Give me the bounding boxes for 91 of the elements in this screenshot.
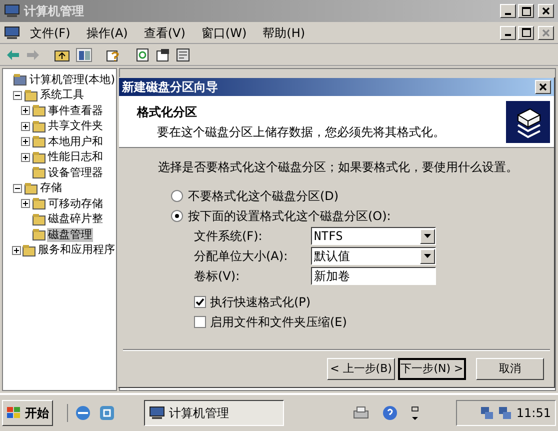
dropdown-button[interactable] (420, 248, 435, 264)
caret-icon (424, 254, 431, 258)
collapse-icon[interactable] (13, 90, 22, 100)
tree-item[interactable]: 设备管理器 (47, 166, 104, 180)
menu-item[interactable]: 帮助(H) (262, 24, 306, 42)
restore-button[interactable] (518, 26, 534, 40)
dialog-header: 格式化分区 要在这个磁盘分区上储存数据，您必须先将其格式化。 (119, 96, 554, 148)
computer-icon (4, 4, 20, 18)
printer-icon[interactable] (352, 405, 370, 421)
checkbox[interactable] (194, 296, 206, 308)
menu-item[interactable]: 文件(F) (30, 24, 70, 42)
close-button[interactable] (538, 26, 554, 40)
wizard-button[interactable]: < 上一步(B) (327, 358, 395, 380)
close-icon (539, 83, 547, 91)
folder-icon (13, 73, 28, 86)
dropdown-button[interactable] (420, 228, 435, 244)
field-label: 卷标(V): (194, 268, 241, 285)
tree-item[interactable]: 系统工具 (39, 88, 85, 102)
window-switch-icon[interactable] (410, 405, 420, 421)
folder-icon (32, 104, 46, 118)
checkbox[interactable] (194, 316, 206, 328)
expand-icon[interactable] (21, 152, 30, 162)
clock: 11:51 (516, 405, 551, 422)
network-icon[interactable] (480, 406, 494, 420)
dropdown[interactable]: 默认值 (311, 247, 436, 265)
close-icon (542, 28, 550, 36)
instruction-text: 选择是否要格式化这个磁盘分区；如果要格式化，要使用什么设置。 (158, 159, 519, 176)
wizard-button[interactable]: 下一步(N) > (398, 358, 466, 380)
computer-icon (149, 406, 165, 420)
folder-icon (24, 182, 38, 195)
close-button[interactable] (538, 4, 554, 18)
checkbox-label: 启用文件和文件夹压缩(E) (210, 314, 347, 331)
wizard-button[interactable]: 取消 (476, 358, 544, 380)
tree-item[interactable]: 共享文件夹 (47, 119, 104, 134)
maximize-button[interactable] (518, 4, 534, 18)
radio-label: 不要格式化这个磁盘分区(D) (188, 188, 339, 205)
menu-item[interactable]: 操作(A) (86, 24, 128, 42)
minimize-button[interactable] (500, 26, 516, 40)
radio-label: 按下面的设置格式化这个磁盘分区(O): (188, 208, 391, 225)
expand-icon[interactable] (12, 246, 21, 255)
disk-stack-icon (506, 100, 550, 142)
maximize-icon (522, 6, 530, 16)
windows-logo-icon (6, 406, 22, 420)
expand-icon[interactable] (21, 122, 30, 131)
field-label: 文件系统(F): (194, 228, 264, 245)
dropdown[interactable]: NTFS (311, 227, 436, 245)
minimize-button[interactable] (500, 4, 516, 18)
tree-item[interactable]: 磁盘管理 (47, 228, 93, 242)
window-title: 计算机管理 (24, 3, 85, 20)
menu-item[interactable]: 窗口(W) (201, 24, 247, 42)
taskbar-button[interactable]: 计算机管理 (144, 400, 284, 426)
folder-icon (24, 88, 38, 102)
panel-icon[interactable] (76, 48, 92, 62)
folder-icon (32, 197, 46, 210)
dialog-title-bar: 新建磁盘分区向导 (119, 78, 554, 96)
tree-item[interactable]: 服务和应用程序 (37, 243, 116, 258)
minimize-icon (505, 12, 511, 14)
expand-icon[interactable] (21, 137, 30, 146)
network-icon[interactable] (498, 406, 512, 420)
start-button[interactable]: 开始 (2, 400, 53, 426)
help-icon[interactable] (106, 48, 122, 62)
folder-icon (22, 244, 36, 257)
tree-item[interactable]: 存储 (39, 181, 63, 196)
close-icon (542, 7, 550, 15)
tree-item[interactable]: 事件查看器 (47, 104, 104, 118)
folder-icon (32, 150, 46, 164)
collapse-icon[interactable] (13, 184, 22, 193)
field-label: 分配单位大小(A): (194, 248, 289, 265)
checkbox-label: 执行快速格式化(P) (210, 294, 311, 311)
computer-icon (4, 26, 20, 40)
tree-item[interactable]: 可移动存储 (47, 196, 104, 211)
tree-item[interactable]: 计算机管理(本地) (28, 72, 116, 87)
folder-up-icon[interactable] (54, 48, 70, 62)
expand-icon[interactable] (21, 106, 30, 116)
tree-item[interactable]: 本地用户和 (47, 134, 104, 149)
close-button[interactable] (535, 80, 551, 94)
tree-item[interactable]: 磁盘碎片整 (47, 212, 104, 226)
radio-button[interactable] (171, 210, 183, 222)
folder-icon (32, 228, 46, 242)
folder-icon (32, 166, 46, 180)
restore-icon (522, 28, 530, 37)
folder-icon (32, 120, 46, 133)
folder-icon (32, 212, 46, 226)
caret-icon (424, 234, 431, 238)
minimize-icon (505, 34, 511, 36)
input-field[interactable]: 新加卷 (311, 267, 436, 285)
tree-item[interactable]: 性能日志和 (47, 150, 104, 164)
radio-button[interactable] (171, 190, 183, 202)
expand-icon[interactable] (21, 199, 30, 208)
folder-icon (32, 135, 46, 148)
menu-item[interactable]: 查看(V) (144, 24, 186, 42)
